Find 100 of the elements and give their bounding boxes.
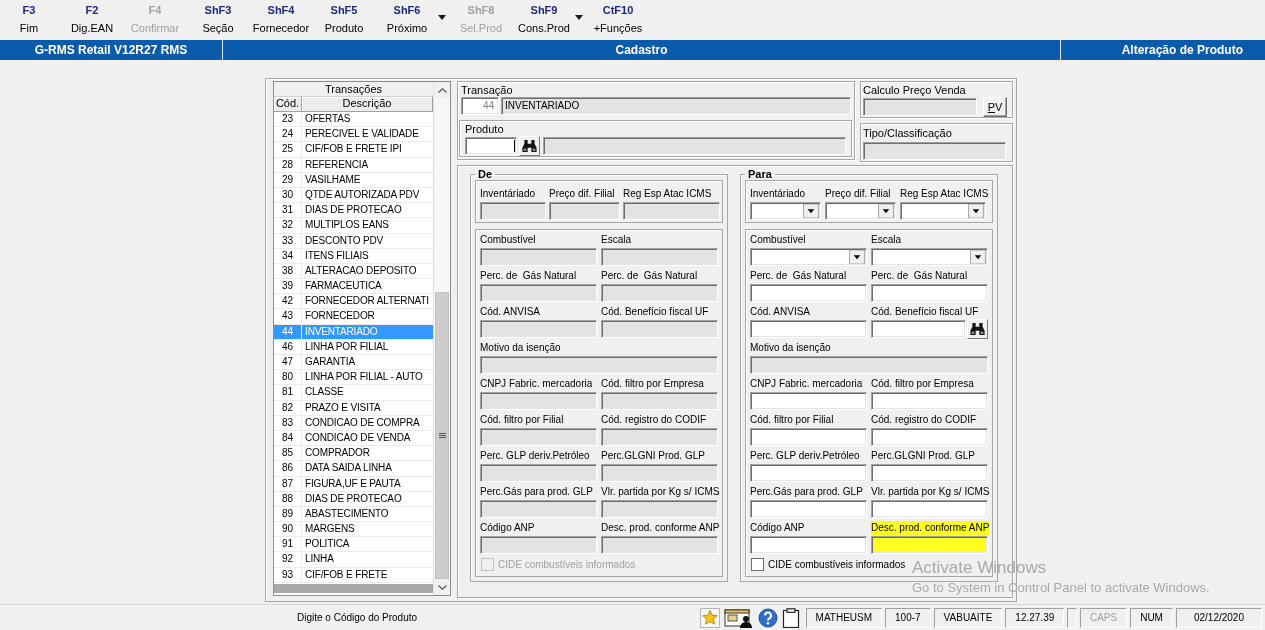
- dropdown-field[interactable]: [900, 202, 986, 220]
- caret-icon[interactable]: [438, 15, 446, 20]
- checkbox[interactable]: [751, 557, 764, 571]
- toolbar-button[interactable]: F3 Fim: [0, 0, 58, 38]
- description-cell-text: DESCONTO PDV: [304, 233, 384, 248]
- caret-icon[interactable]: [849, 250, 865, 264]
- code-cell: 84: [274, 430, 302, 446]
- description-cell-text: FORNECEDOR: [304, 309, 375, 324]
- clipboard-icon[interactable]: [781, 607, 800, 628]
- description-cell-text: CIF/FOB E FRETE IPI: [304, 142, 402, 157]
- column-header[interactable]: Cód.: [274, 97, 302, 112]
- column-header[interactable]: Descrição: [302, 97, 433, 112]
- list-row[interactable]: 39 FARMACEUTICA: [274, 279, 433, 295]
- chevron-down-icon: [437, 584, 447, 590]
- toolbar-button[interactable]: ShF5 Produto: [315, 0, 373, 38]
- dropdown-field[interactable]: [871, 248, 988, 266]
- scrollbar-thumb[interactable]: [435, 292, 449, 579]
- window-user-icon[interactable]: [723, 607, 754, 628]
- description-cell-text: LINHA: [304, 552, 334, 567]
- code-cell: 91: [274, 537, 302, 552]
- list-row[interactable]: 80 LINHA POR FILIAL - AUTO: [274, 370, 433, 386]
- field-label: Cód. Benefício fiscal UF: [601, 305, 709, 319]
- input-field[interactable]: [871, 500, 988, 518]
- chevron-up-icon: [437, 87, 447, 93]
- list-row[interactable]: 25 CIF/FOB E FRETE IPI: [274, 142, 433, 158]
- input-field[interactable]: [750, 500, 867, 518]
- scroll-down-button[interactable]: [434, 579, 450, 595]
- input-field[interactable]: [871, 392, 988, 410]
- description-cell-text: PERECIVEL E VALIDADE: [304, 127, 419, 142]
- code-cell: 24: [274, 127, 302, 142]
- binoculars-icon: [522, 140, 537, 152]
- field-label: Cód. ANVISA: [750, 305, 811, 319]
- caret-icon[interactable]: [803, 204, 819, 218]
- list-row[interactable]: 32 MULTIPLOS EANS: [274, 218, 433, 234]
- input-field[interactable]: [871, 536, 988, 554]
- binoculars-icon: [970, 323, 985, 335]
- code-cell: 38: [274, 263, 302, 279]
- input-field[interactable]: [750, 284, 867, 302]
- scroll-up-button[interactable]: [434, 82, 450, 98]
- list-row[interactable]: 90 MARGENS: [274, 522, 433, 538]
- description-field: INVENTARIADO: [501, 97, 851, 115]
- list-row[interactable]: 47 GARANTIA: [274, 355, 433, 371]
- code-field[interactable]: 44: [461, 97, 499, 115]
- product-code-field[interactable]: [465, 137, 517, 155]
- field-label: Tipo/Classificação: [863, 127, 952, 140]
- field-label: Preço dif. Filial: [825, 187, 891, 201]
- dropdown-field[interactable]: [750, 248, 867, 266]
- input-field[interactable]: [750, 392, 867, 410]
- field-label: CNPJ Fabric. mercadoria: [480, 377, 593, 391]
- dropdown-field[interactable]: [750, 202, 821, 220]
- toolbar-button[interactable]: ShF4 Fornecedor: [252, 0, 310, 38]
- toolbar-button[interactable]: ShF6 Próximo: [378, 0, 436, 38]
- description-cell-text: FARMACEUTICA: [304, 279, 382, 294]
- field-label: Perc.GLGNI Prod. GLP: [601, 449, 705, 463]
- list-row[interactable]: 43 FORNECEDOR: [274, 309, 433, 325]
- toolbar-button[interactable]: ShF3 Seção: [189, 0, 247, 38]
- pv-button[interactable]: PV: [983, 97, 1007, 117]
- search-button[interactable]: [967, 319, 988, 339]
- input-field[interactable]: [750, 536, 867, 554]
- list-row[interactable]: 92 LINHA: [274, 552, 433, 568]
- field-label: Reg Esp Atac ICMS: [623, 187, 712, 201]
- input-field[interactable]: [871, 464, 988, 482]
- description-cell-text: FIGURA,UF E PAUTA: [304, 476, 401, 491]
- help-icon[interactable]: [757, 607, 778, 628]
- list-row[interactable]: 86 DATA SAIDA LINHA: [274, 461, 433, 477]
- caret-icon[interactable]: [970, 250, 986, 264]
- horizontal-scrollbar[interactable]: [274, 584, 433, 593]
- input-field[interactable]: [750, 320, 867, 338]
- caret-icon[interactable]: [575, 15, 583, 20]
- description-cell-text: FORNECEDOR ALTERNATI: [304, 294, 429, 309]
- caret-icon[interactable]: [968, 204, 984, 218]
- code-cell: 92: [274, 552, 302, 567]
- input-field[interactable]: [750, 464, 867, 482]
- input-field[interactable]: [750, 428, 867, 446]
- field-label: Produto: [465, 123, 504, 136]
- field-label: Inventáriado: [480, 187, 536, 201]
- search-button[interactable]: [519, 136, 540, 156]
- field-label: Inventáriado: [750, 187, 806, 201]
- input-field[interactable]: [871, 284, 988, 302]
- dropdown-field[interactable]: [825, 202, 896, 220]
- list-row[interactable]: 81 CLASSE: [274, 385, 433, 401]
- field-label: Perc. GLP deriv.Petróleo: [750, 449, 860, 463]
- checkbox-label: CIDE combustíveis informados: [498, 558, 636, 570]
- list-row[interactable]: 91 POLITICA: [274, 537, 433, 553]
- list-row[interactable]: 23 OFERTAS: [274, 112, 433, 128]
- field-label: Cód. filtro por Filial: [750, 413, 834, 427]
- status-indicator: NUM: [1130, 607, 1173, 628]
- list-row[interactable]: 31 DIAS DE PROTECAO: [274, 203, 433, 219]
- list-row[interactable]: 85 COMPRADOR: [274, 446, 433, 462]
- caret-icon[interactable]: [878, 204, 894, 218]
- field-label: Escala: [871, 233, 901, 247]
- list-row[interactable]: 24 PERECIVEL E VALIDADE: [274, 127, 433, 143]
- toolbar-button[interactable]: F2 Dig.EAN: [63, 0, 121, 38]
- vertical-scrollbar[interactable]: [433, 82, 450, 595]
- input-field[interactable]: [871, 428, 988, 446]
- toolbar-button[interactable]: CtF10 +Funções: [589, 0, 647, 38]
- status-panel: 100-7: [885, 607, 931, 628]
- list-row[interactable]: 42 FORNECEDOR ALTERNATI: [274, 294, 433, 310]
- input-field[interactable]: [871, 320, 966, 338]
- toolbar-button[interactable]: ShF9 Cons.Prod: [515, 0, 573, 38]
